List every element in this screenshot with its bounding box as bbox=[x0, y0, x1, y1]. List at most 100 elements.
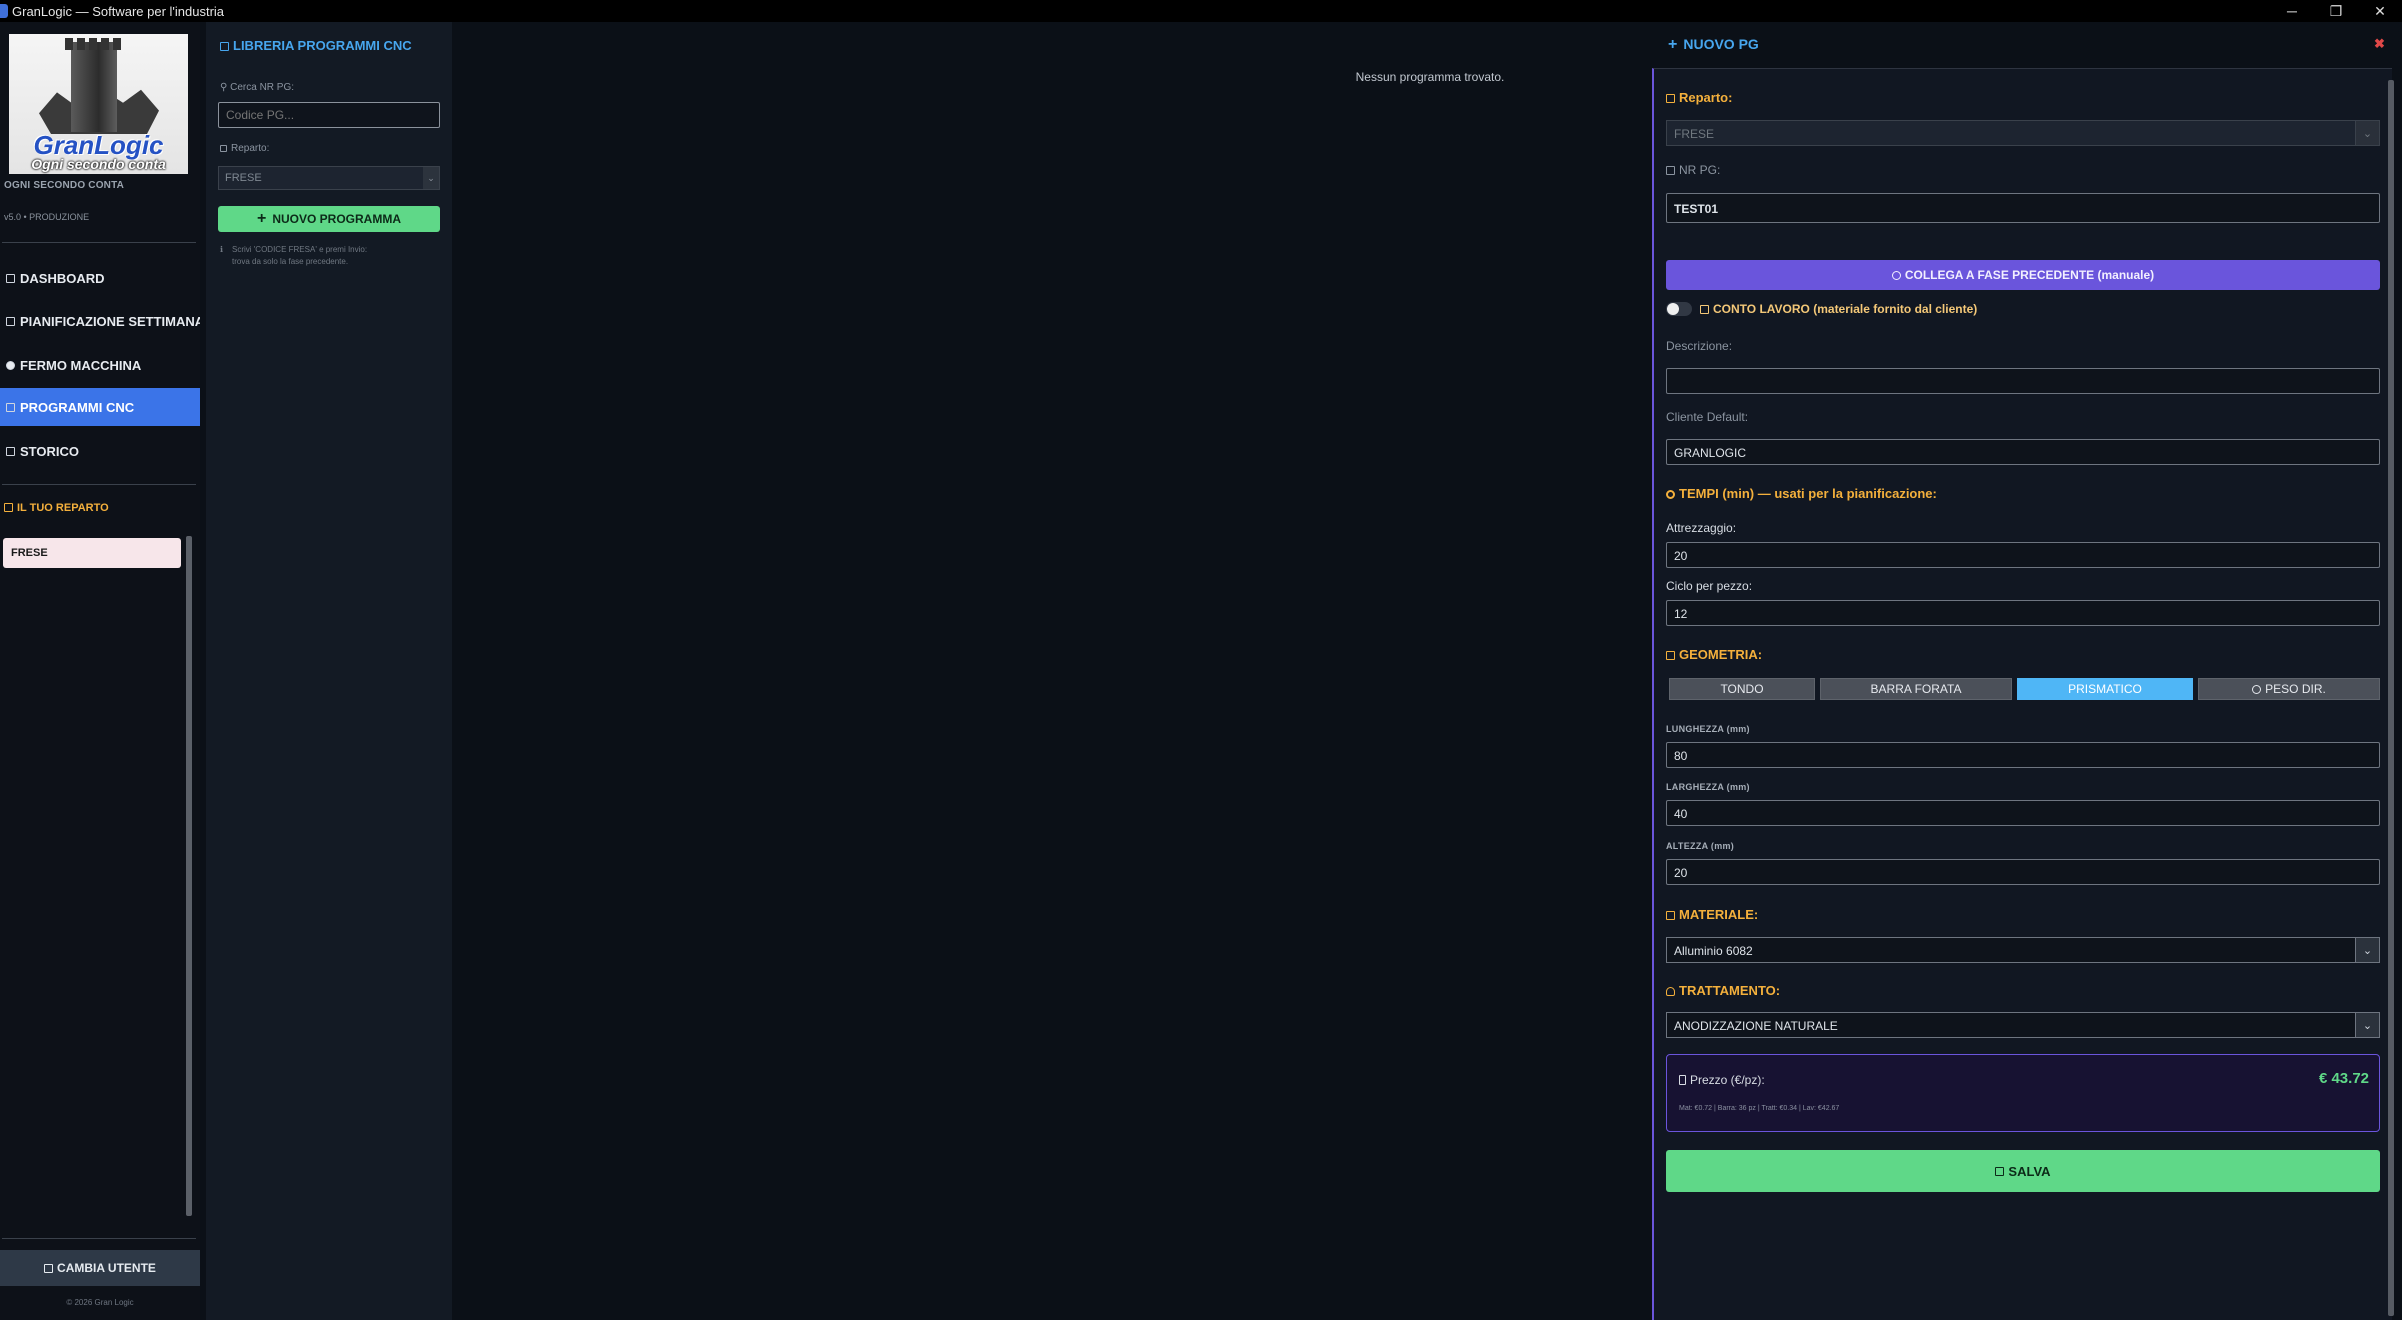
sidebar-item-label: STORICO bbox=[20, 443, 79, 459]
sidebar-item-programmi-cnc[interactable]: PROGRAMMI CNC bbox=[0, 388, 200, 426]
descrizione-label: Descrizione: bbox=[1666, 339, 1733, 353]
logo: GranLogic Ogni secondo conta bbox=[9, 34, 188, 174]
cliente-label: Cliente Default: bbox=[1666, 410, 1749, 424]
history-icon bbox=[6, 446, 15, 456]
plus-icon: + bbox=[256, 210, 267, 227]
chevron-down-icon: ⌄ bbox=[2355, 1013, 2379, 1037]
geometria-prismatico-button[interactable]: PRISMATICO bbox=[2017, 678, 2193, 700]
geometria-heading: GEOMETRIA: bbox=[1666, 647, 1762, 662]
plus-icon: + bbox=[1668, 36, 1678, 53]
dashboard-icon bbox=[6, 273, 15, 283]
sidebar-divider bbox=[2, 1238, 196, 1239]
sidebar-item-pianificazione[interactable]: PIANIFICAZIONE SETTIMANALE bbox=[0, 302, 200, 340]
attrezzaggio-label: Attrezzaggio: bbox=[1666, 521, 1737, 535]
minimize-button[interactable]: ─ bbox=[2270, 0, 2314, 22]
descrizione-input[interactable] bbox=[1666, 368, 2380, 394]
empty-state-message: Nessun programma trovato. bbox=[1355, 70, 1505, 84]
material-icon bbox=[1666, 911, 1675, 920]
link-icon bbox=[1891, 270, 1901, 280]
nrpg-input[interactable]: TEST01 bbox=[1666, 193, 2380, 223]
factory-icon bbox=[220, 145, 227, 152]
user-switch-icon bbox=[44, 1263, 54, 1273]
reparto-chip[interactable]: FRESE bbox=[3, 538, 181, 568]
tempi-heading: TEMPI (min) — usati per la pianificazion… bbox=[1666, 486, 1937, 501]
sidebar-item-fermo-macchina[interactable]: FERMO MACCHINA bbox=[0, 346, 200, 384]
nuovo-programma-button[interactable]: + NUOVO PROGRAMMA bbox=[218, 206, 440, 232]
sidebar-item-label: PIANIFICAZIONE SETTIMANALE bbox=[20, 313, 200, 329]
price-label: Prezzo (€/pz): bbox=[1679, 1073, 1765, 1087]
box-icon bbox=[1700, 305, 1709, 314]
price-value: € 43.72 bbox=[2318, 1070, 2369, 1087]
sidebar-item-label: DASHBOARD bbox=[20, 270, 105, 286]
reparto-field-label: Reparto: bbox=[1666, 90, 1732, 105]
reparto-heading: IL TUO REPARTO bbox=[4, 502, 109, 514]
chevron-down-icon: ⌄ bbox=[2355, 121, 2379, 145]
chevron-down-icon: ⌄ bbox=[2355, 938, 2379, 962]
close-icon[interactable]: ✖ bbox=[2374, 36, 2385, 52]
sidebar-scrollbar[interactable] bbox=[186, 536, 192, 1216]
trattamento-heading: TRATTAMENTO: bbox=[1666, 983, 1780, 998]
lunghezza-input[interactable]: 80 bbox=[1666, 742, 2380, 768]
search-icon: ⚲ bbox=[220, 82, 231, 93]
reparto-select[interactable]: FRESE ⌄ bbox=[218, 166, 440, 190]
lunghezza-label: LUNGHEZZA (mm) bbox=[1666, 724, 1750, 734]
search-label: ⚲ Cerca NR PG: bbox=[220, 82, 295, 93]
salva-button[interactable]: SALVA bbox=[1666, 1150, 2380, 1192]
save-icon bbox=[1995, 1166, 2005, 1176]
conto-lavoro-toggle[interactable] bbox=[1666, 302, 1692, 316]
close-window-button[interactable]: ✕ bbox=[2358, 0, 2402, 22]
cliente-input[interactable]: GRANLOGIC bbox=[1666, 439, 2380, 465]
geometria-barra-forata-button[interactable]: BARRA FORATA bbox=[1820, 678, 2012, 700]
price-detail: Mat: €0.72 | Barra: 36 pz | Tratt: €0.34… bbox=[1679, 1105, 1840, 1112]
app-icon bbox=[0, 4, 8, 18]
ciclo-input[interactable]: 12 bbox=[1666, 600, 2380, 626]
cambia-utente-button[interactable]: CAMBIA UTENTE bbox=[0, 1250, 200, 1286]
copyright: © 2026 Gran Logic bbox=[66, 1298, 134, 1307]
sidebar-divider bbox=[2, 242, 196, 243]
sidebar-item-dashboard[interactable]: DASHBOARD bbox=[0, 259, 200, 297]
calendar-icon bbox=[6, 316, 15, 326]
collega-fase-button[interactable]: COLLEGA A FASE PRECEDENTE (manuale) bbox=[1666, 260, 2380, 290]
copy-icon bbox=[1666, 166, 1675, 175]
search-input[interactable] bbox=[218, 102, 440, 128]
stop-icon bbox=[6, 360, 15, 370]
window-titlebar: GranLogic — Software per l'industria ─ ❐… bbox=[0, 0, 2402, 22]
logo-tower bbox=[65, 38, 123, 132]
form-scrollbar[interactable] bbox=[2388, 80, 2394, 1316]
library-panel: LIBRERIA PROGRAMMI CNC ⚲ Cerca NR PG: Re… bbox=[206, 22, 452, 1320]
form-reparto-select[interactable]: FRESE ⌄ bbox=[1666, 120, 2380, 146]
factory-icon bbox=[4, 503, 13, 512]
ciclo-label: Ciclo per pezzo: bbox=[1666, 579, 1753, 593]
sidebar: GranLogic Ogni secondo conta OGNI SECOND… bbox=[0, 22, 200, 1320]
scale-icon bbox=[2252, 684, 2262, 694]
flask-icon bbox=[1666, 987, 1675, 996]
altezza-input[interactable]: 20 bbox=[1666, 859, 2380, 885]
reparto-label: Reparto: bbox=[220, 143, 269, 154]
sidebar-item-storico[interactable]: STORICO bbox=[0, 432, 200, 470]
geometria-peso-dir-button[interactable]: PESO DIR. bbox=[2198, 678, 2380, 700]
form-title: + NUOVO PG bbox=[1668, 36, 1759, 53]
conto-lavoro-row: CONTO LAVORO (materiale fornito dal clie… bbox=[1666, 302, 1977, 316]
geometria-tondo-button[interactable]: TONDO bbox=[1669, 678, 1815, 700]
info-icon: ℹ bbox=[220, 245, 224, 254]
larghezza-input[interactable]: 40 bbox=[1666, 800, 2380, 826]
folder-icon bbox=[220, 42, 229, 51]
trattamento-select[interactable]: ANODIZZAZIONE NATURALE ⌄ bbox=[1666, 1012, 2380, 1038]
sidebar-item-label: PROGRAMMI CNC bbox=[20, 399, 135, 415]
attrezzaggio-input[interactable]: 20 bbox=[1666, 542, 2380, 568]
materiale-select[interactable]: Alluminio 6082 ⌄ bbox=[1666, 937, 2380, 963]
version-label: v5.0 • PRODUZIONE bbox=[4, 212, 90, 222]
tag-icon bbox=[1679, 1075, 1686, 1085]
folder-icon bbox=[6, 402, 15, 412]
conto-lavoro-label: CONTO LAVORO (materiale fornito dal clie… bbox=[1700, 302, 1977, 316]
chevron-down-icon: ⌄ bbox=[423, 167, 439, 189]
slogan: OGNI SECONDO CONTA bbox=[4, 180, 125, 191]
timer-icon bbox=[1666, 490, 1675, 499]
maximize-button[interactable]: ❐ bbox=[2314, 0, 2358, 22]
window-title: GranLogic — Software per l'industria bbox=[12, 3, 225, 19]
altezza-label: ALTEZZA (mm) bbox=[1666, 841, 1735, 851]
price-box: Prezzo (€/pz): € 43.72 Mat: €0.72 | Barr… bbox=[1666, 1054, 2380, 1132]
larghezza-label: LARGHEZZA (mm) bbox=[1666, 782, 1750, 792]
materiale-heading: MATERIALE: bbox=[1666, 907, 1758, 922]
logo-tagline: Ogni secondo conta bbox=[31, 156, 166, 172]
